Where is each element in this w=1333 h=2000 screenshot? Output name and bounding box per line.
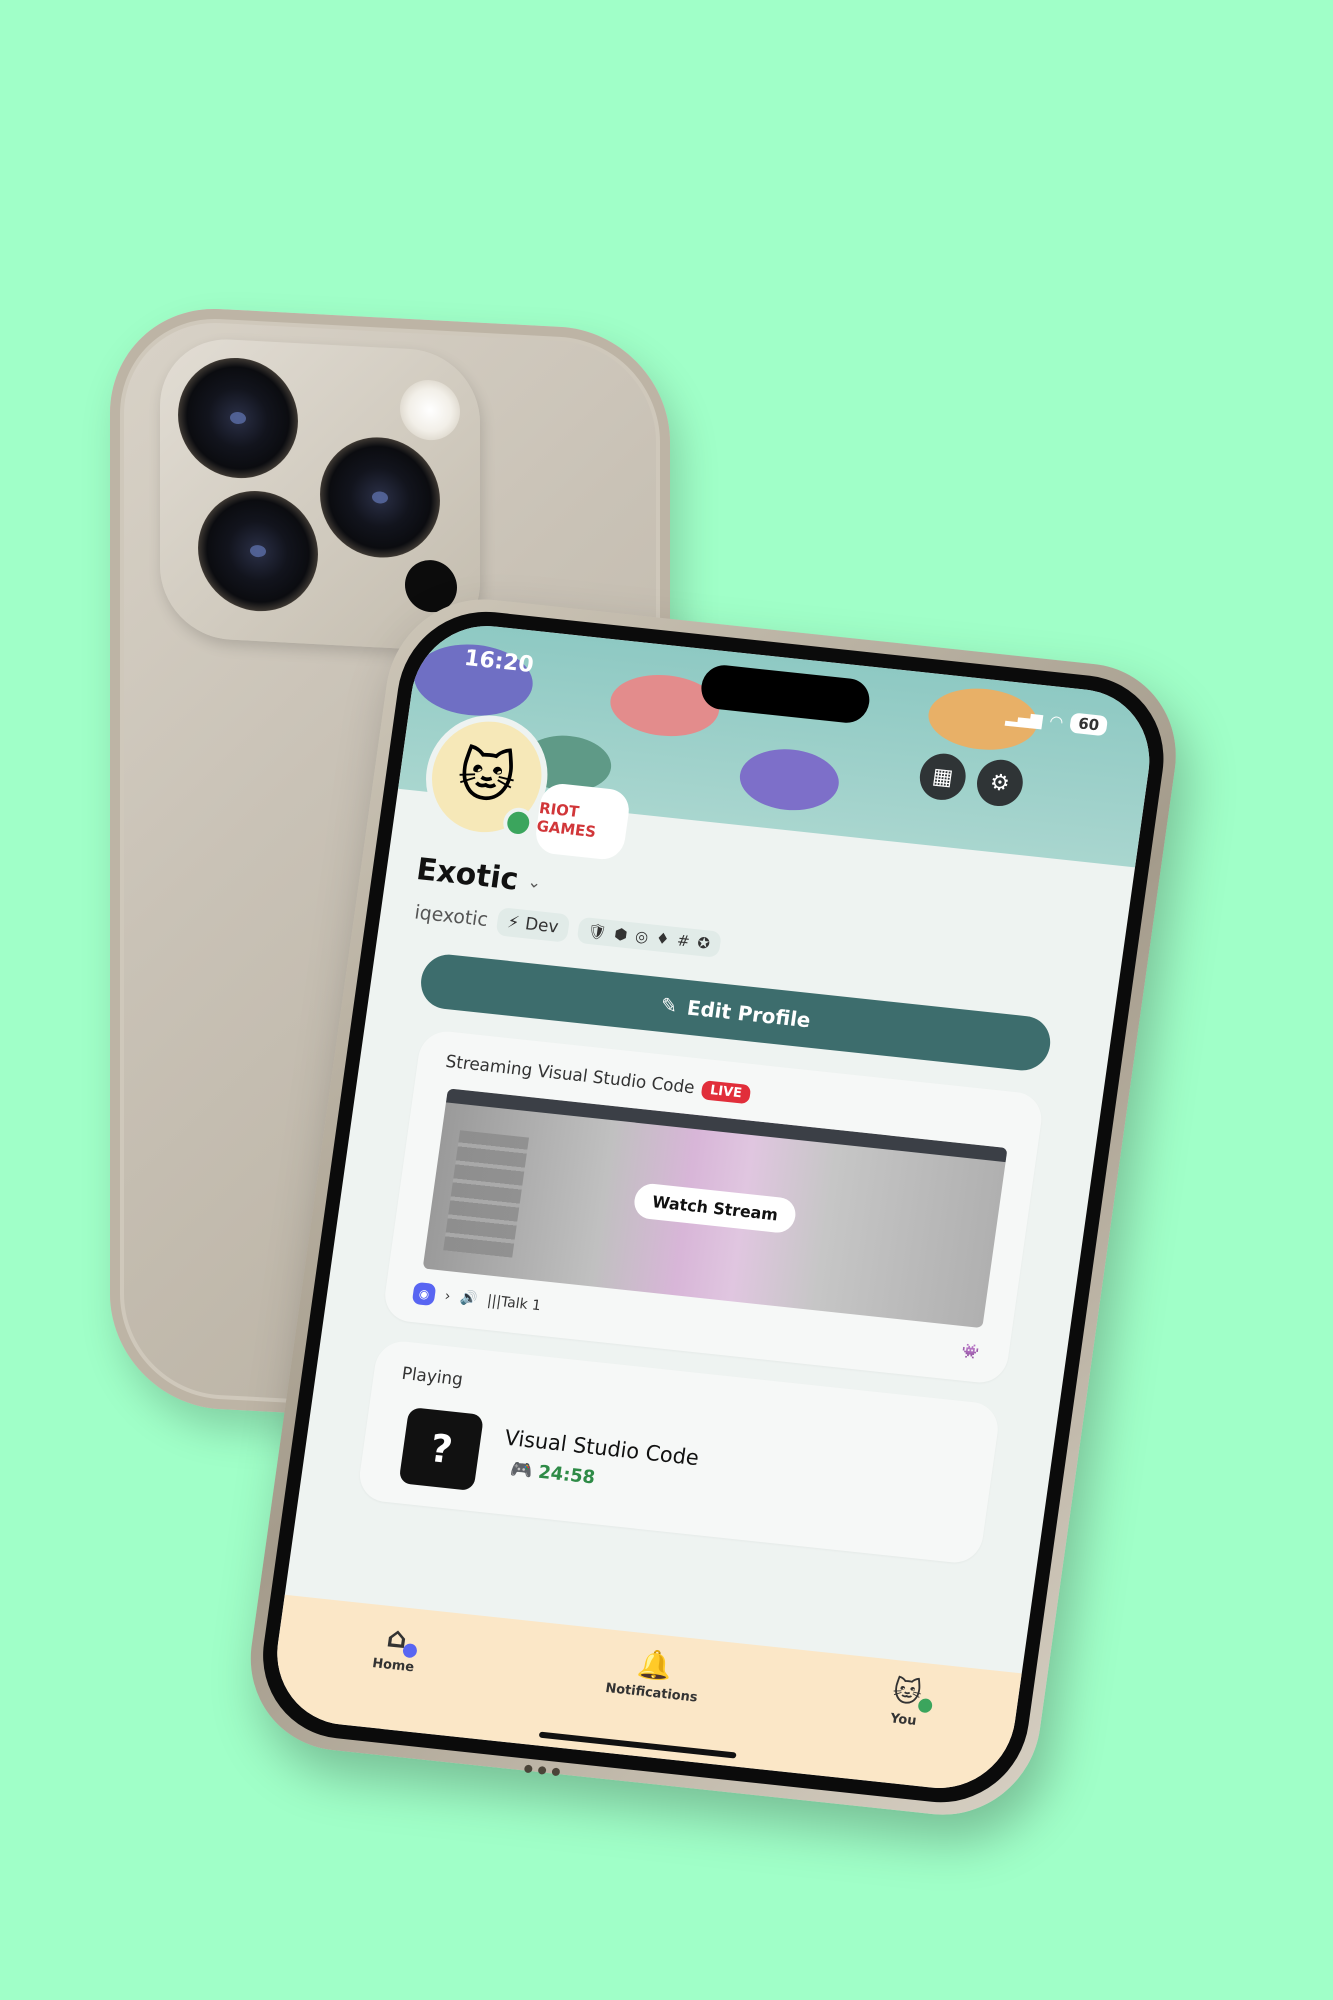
chevron-down-icon: ⌄ [526, 871, 543, 893]
nitro-badge-icon: 🛡 [586, 921, 608, 942]
controller-icon: 🎮 [508, 1458, 535, 1482]
status-time: 16:20 [462, 645, 536, 678]
signal-icon: ▂▄▆ [1004, 706, 1044, 729]
tab-notifications[interactable]: 🔔 Notifications [604, 1644, 703, 1706]
speaker-icon: 🔊 [459, 1289, 479, 1308]
game-elapsed: 🎮 24:58 [509, 1459, 596, 1489]
tab-you-label: You [889, 1711, 918, 1729]
game-icon: ? [398, 1407, 485, 1492]
watch-stream-button[interactable]: Watch Stream [632, 1182, 799, 1235]
server-icon: ◉ [411, 1281, 437, 1307]
hashtag-badge-icon: # [675, 931, 691, 951]
channel-name: |||Talk 1 [486, 1292, 542, 1315]
shop-icon: ▦ [930, 763, 955, 791]
wifi-icon: ◠ [1049, 710, 1064, 732]
activity-label: Playing [400, 1363, 465, 1391]
tab-notifications-label: Notifications [604, 1680, 699, 1706]
avatar-icon: 🐱 [891, 1674, 933, 1714]
camera-lens-icon [178, 354, 298, 482]
edit-profile-label: Edit Profile [685, 995, 812, 1033]
gem-badge-icon: ♦ [654, 929, 671, 949]
home-icon: ⌂ [385, 1620, 419, 1659]
camera-lens-icon [320, 434, 440, 561]
username: iqexotic [413, 901, 490, 932]
stream-card: Streaming Visual Studio Code LIVE Watch … [381, 1028, 1045, 1386]
cat-avatar-icon: 🐱 [453, 741, 521, 813]
display-name: Exotic [414, 851, 521, 898]
camera-lens-icon [198, 487, 318, 615]
participant-avatars-icon: 👾 [960, 1343, 980, 1362]
tab-home[interactable]: ⌂ Home [371, 1619, 420, 1675]
name-row[interactable]: Exotic ⌄ [414, 852, 543, 900]
orbs-badge-icon: ✪ [696, 933, 712, 953]
bell-icon: 🔔 [635, 1646, 675, 1684]
tag-chip[interactable]: ⚡ Dev [495, 907, 571, 943]
tab-home-label: Home [371, 1655, 415, 1676]
connection-badge[interactable]: RIOT GAMES [533, 781, 632, 862]
flash-icon [400, 378, 460, 442]
live-badge: LIVE [700, 1079, 751, 1104]
tab-you[interactable]: 🐱 You [888, 1674, 933, 1729]
pencil-icon: ✎ [659, 992, 680, 1019]
badges-row[interactable]: 🛡 ⬢ ◎ ♦ # ✪ [576, 916, 722, 958]
dev-badge-icon: ⬢ [613, 924, 629, 944]
gear-icon: ⚙ [988, 769, 1012, 797]
app-screen: 16:20 ▂▄▆ ◠ 60 ▦ ⚙ 🐱 RIOT GAMES Exotic ⌄… [267, 618, 1159, 1796]
front-phone: 16:20 ▂▄▆ ◠ 60 ▦ ⚙ 🐱 RIOT GAMES Exotic ⌄… [238, 590, 1189, 1825]
profile-meta: iqexotic ⚡ Dev 🛡 ⬢ ◎ ♦ # ✪ [413, 898, 722, 959]
tag-label: Dev [523, 914, 560, 938]
chevron-right-icon: › [443, 1288, 452, 1305]
lightning-icon: ⚡ [506, 912, 521, 934]
battery-indicator: 60 [1069, 712, 1109, 737]
quest-badge-icon: ◎ [634, 926, 650, 947]
elapsed-time: 24:58 [536, 1461, 597, 1489]
